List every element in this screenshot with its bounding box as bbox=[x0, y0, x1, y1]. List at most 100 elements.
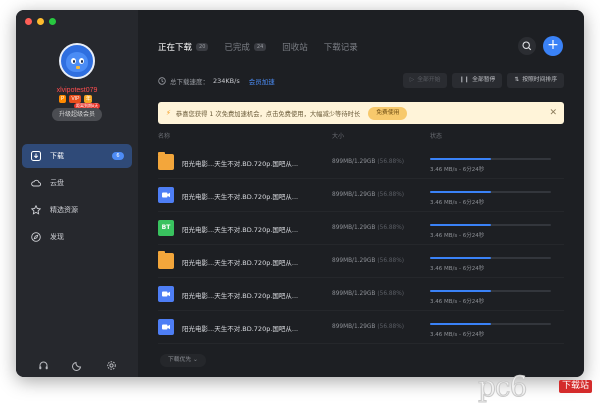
watermark-tag: 下载站 bbox=[558, 380, 592, 393]
sidebar-item-label: 发现 bbox=[50, 233, 64, 241]
download-status: 3.46 MB/s - 6分24秒 bbox=[430, 200, 485, 206]
progress-fill bbox=[430, 191, 491, 193]
free-boost-banner: ⚡ 恭喜您获得 1 次免费加速机会，点击免费使用，大幅减少等待时长 免费使用 ✕ bbox=[158, 102, 564, 124]
folder-icon bbox=[158, 251, 174, 269]
sort-icon: ⇅ bbox=[514, 77, 520, 83]
add-task-button[interactable]: + bbox=[543, 36, 563, 56]
headset-icon[interactable] bbox=[38, 356, 49, 370]
file-size: 899MB/1.29GB (56.88%) bbox=[332, 159, 405, 165]
clock-icon bbox=[158, 77, 166, 85]
tab-label: 回收站 bbox=[282, 43, 308, 53]
column-header-name[interactable]: 名称 bbox=[158, 131, 170, 140]
download-row[interactable]: 阳光电影...天生不对.BD.720p.国吧从... 899MB/1.29GB(… bbox=[158, 278, 564, 311]
close-window-button[interactable] bbox=[25, 18, 32, 25]
column-header-status[interactable]: 状态 bbox=[430, 131, 442, 140]
sidebar-item-label: 下载 bbox=[50, 152, 64, 160]
download-count-badge: 6 bbox=[112, 152, 124, 160]
sidebar-item-cloud[interactable]: 云盘 bbox=[22, 171, 132, 195]
sidebar-item-download[interactable]: 下载 6 bbox=[22, 144, 132, 168]
vip-accelerate-link[interactable]: 会员加速 bbox=[249, 76, 275, 86]
video-icon bbox=[158, 187, 174, 203]
settings-icon[interactable] bbox=[106, 356, 117, 370]
file-size: 899MB/1.29GB (56.88%) bbox=[332, 324, 405, 330]
download-row[interactable]: BT 阳光电影...天生不对.BD.720p.国吧从... 899MB/1.29… bbox=[158, 212, 564, 245]
sidebar: xlvipotest079 P VIP 年 距离到期8天 升级超级会员 下载 6… bbox=[16, 10, 138, 377]
window-controls bbox=[25, 18, 56, 25]
avatar[interactable] bbox=[59, 43, 95, 79]
sort-label: 按照时间排序 bbox=[522, 77, 557, 83]
folder-icon bbox=[158, 152, 174, 170]
download-priority-dropdown[interactable]: 下载优先 ⌄ bbox=[160, 354, 206, 367]
file-percent: (56.88%) bbox=[377, 192, 405, 198]
compass-icon bbox=[31, 232, 41, 242]
zoom-window-button[interactable] bbox=[49, 18, 56, 25]
column-header-size[interactable]: 大小 bbox=[332, 131, 344, 140]
minimize-window-button[interactable] bbox=[37, 18, 44, 25]
file-name: 阳光电影...天生不对.BD.720p.国吧从... bbox=[182, 160, 299, 168]
download-toolbar: ▷ 全部开始 ❙❙ 全部暂停 ⇅ 按照时间排序 bbox=[402, 73, 564, 88]
download-row[interactable]: 阳光电影...天生不对.BD.720p.国吧从... 899MB/1.29GB(… bbox=[158, 311, 564, 344]
close-icon[interactable]: ✕ bbox=[549, 107, 557, 119]
download-status: 3.46 MB/s - 6分24秒 bbox=[430, 167, 485, 173]
tab-downloading[interactable]: 正在下载 20 bbox=[158, 41, 209, 53]
progress-fill bbox=[430, 257, 491, 259]
moon-icon[interactable] bbox=[71, 356, 83, 371]
video-icon bbox=[158, 319, 174, 335]
file-name: 阳光电影...天生不对.BD.720p.国吧从... bbox=[182, 226, 299, 234]
file-percent: (56.88%) bbox=[377, 159, 405, 165]
app-window: xlvipotest079 P VIP 年 距离到期8天 升级超级会员 下载 6… bbox=[16, 10, 584, 377]
file-name: 阳光电影...天生不对.BD.720p.国吧从... bbox=[182, 292, 299, 300]
priority-label: 下载优先 bbox=[168, 357, 192, 363]
download-row[interactable]: 阳光电影...天生不对.BD.720p.国吧从... 899MB/1.29GB(… bbox=[158, 179, 564, 212]
tab-label: 正在下载 bbox=[158, 43, 193, 53]
total-speed: 总下载速度： 234KB/s 会员加速 bbox=[158, 76, 275, 86]
vip-badges: P VIP 年 bbox=[59, 95, 93, 103]
download-status: 3.46 MB/s - 6分24秒 bbox=[430, 332, 485, 338]
progress-bar bbox=[430, 191, 551, 193]
sidebar-bottom-toolbar bbox=[16, 356, 138, 371]
file-percent: (56.88%) bbox=[377, 291, 405, 297]
sidebar-item-resources[interactable]: 精选资源 bbox=[22, 198, 132, 222]
progress-bar bbox=[430, 290, 551, 292]
tab-label: 下载记录 bbox=[323, 43, 358, 53]
video-icon bbox=[158, 286, 174, 302]
lightning-icon: ⚡ bbox=[166, 109, 171, 117]
sort-button[interactable]: ⇅ 按照时间排序 bbox=[507, 73, 564, 88]
watermark-logo: pc6 bbox=[477, 370, 527, 404]
speed-label: 总下载速度： bbox=[170, 78, 209, 86]
main-panel: 正在下载 20 已完成 24 回收站 下载记录 + 总下载速度： 234KB/s… bbox=[138, 10, 584, 377]
tab-download-history[interactable]: 下载记录 bbox=[324, 41, 358, 53]
tab-count-badge: 24 bbox=[253, 43, 267, 51]
free-use-button[interactable]: 免费使用 bbox=[368, 106, 408, 120]
bt-icon: BT bbox=[158, 220, 174, 236]
file-name: 阳光电影...天生不对.BD.720p.国吧从... bbox=[182, 193, 299, 201]
start-all-button[interactable]: ▷ 全部开始 bbox=[402, 73, 448, 88]
tab-count-badge: 20 bbox=[196, 43, 209, 51]
tab-recycle-bin[interactable]: 回收站 bbox=[282, 41, 308, 53]
sidebar-item-discover[interactable]: 发现 bbox=[22, 225, 132, 249]
file-name: 阳光电影...天生不对.BD.720p.国吧从... bbox=[182, 259, 299, 267]
sidebar-item-label: 精选资源 bbox=[50, 206, 78, 214]
download-row[interactable]: 阳光电影...天生不对.BD.720p.国吧从... 899MB/1.29GB(… bbox=[158, 146, 564, 179]
file-size: 899MB/1.29GB (56.88%) bbox=[332, 291, 405, 297]
file-size: 899MB/1.29GB (56.88%) bbox=[332, 258, 405, 264]
pause-icon: ❙❙ bbox=[459, 77, 470, 83]
file-percent: (56.88%) bbox=[377, 225, 405, 231]
bird-mascot-icon bbox=[66, 52, 88, 72]
download-tabs: 正在下载 20 已完成 24 回收站 下载记录 bbox=[158, 41, 358, 53]
download-row[interactable]: 阳光电影...天生不对.BD.720p.国吧从... 899MB/1.29GB(… bbox=[158, 245, 564, 278]
search-button[interactable] bbox=[518, 37, 536, 55]
progress-bar bbox=[430, 158, 551, 160]
speed-value: 234KB/s bbox=[213, 77, 240, 85]
tab-completed[interactable]: 已完成 24 bbox=[224, 41, 267, 53]
banner-text: 恭喜您获得 1 次免费加速机会，点击免费使用，大幅减少等待时长 bbox=[175, 110, 361, 118]
progress-fill bbox=[430, 158, 491, 160]
pause-all-label: 全部暂停 bbox=[472, 77, 496, 83]
upgrade-vip-button[interactable]: 升级超级会员 bbox=[52, 108, 102, 121]
download-status: 3.46 MB/s - 6分24秒 bbox=[430, 266, 485, 272]
sidebar-nav: 下载 6 云盘 精选资源 发现 bbox=[22, 144, 132, 252]
file-size: 899MB/1.29GB (56.88%) bbox=[332, 192, 405, 198]
progress-fill bbox=[430, 290, 491, 292]
pause-all-button[interactable]: ❙❙ 全部暂停 bbox=[452, 73, 503, 88]
site-watermark: pc6 下载站 bbox=[477, 370, 596, 404]
